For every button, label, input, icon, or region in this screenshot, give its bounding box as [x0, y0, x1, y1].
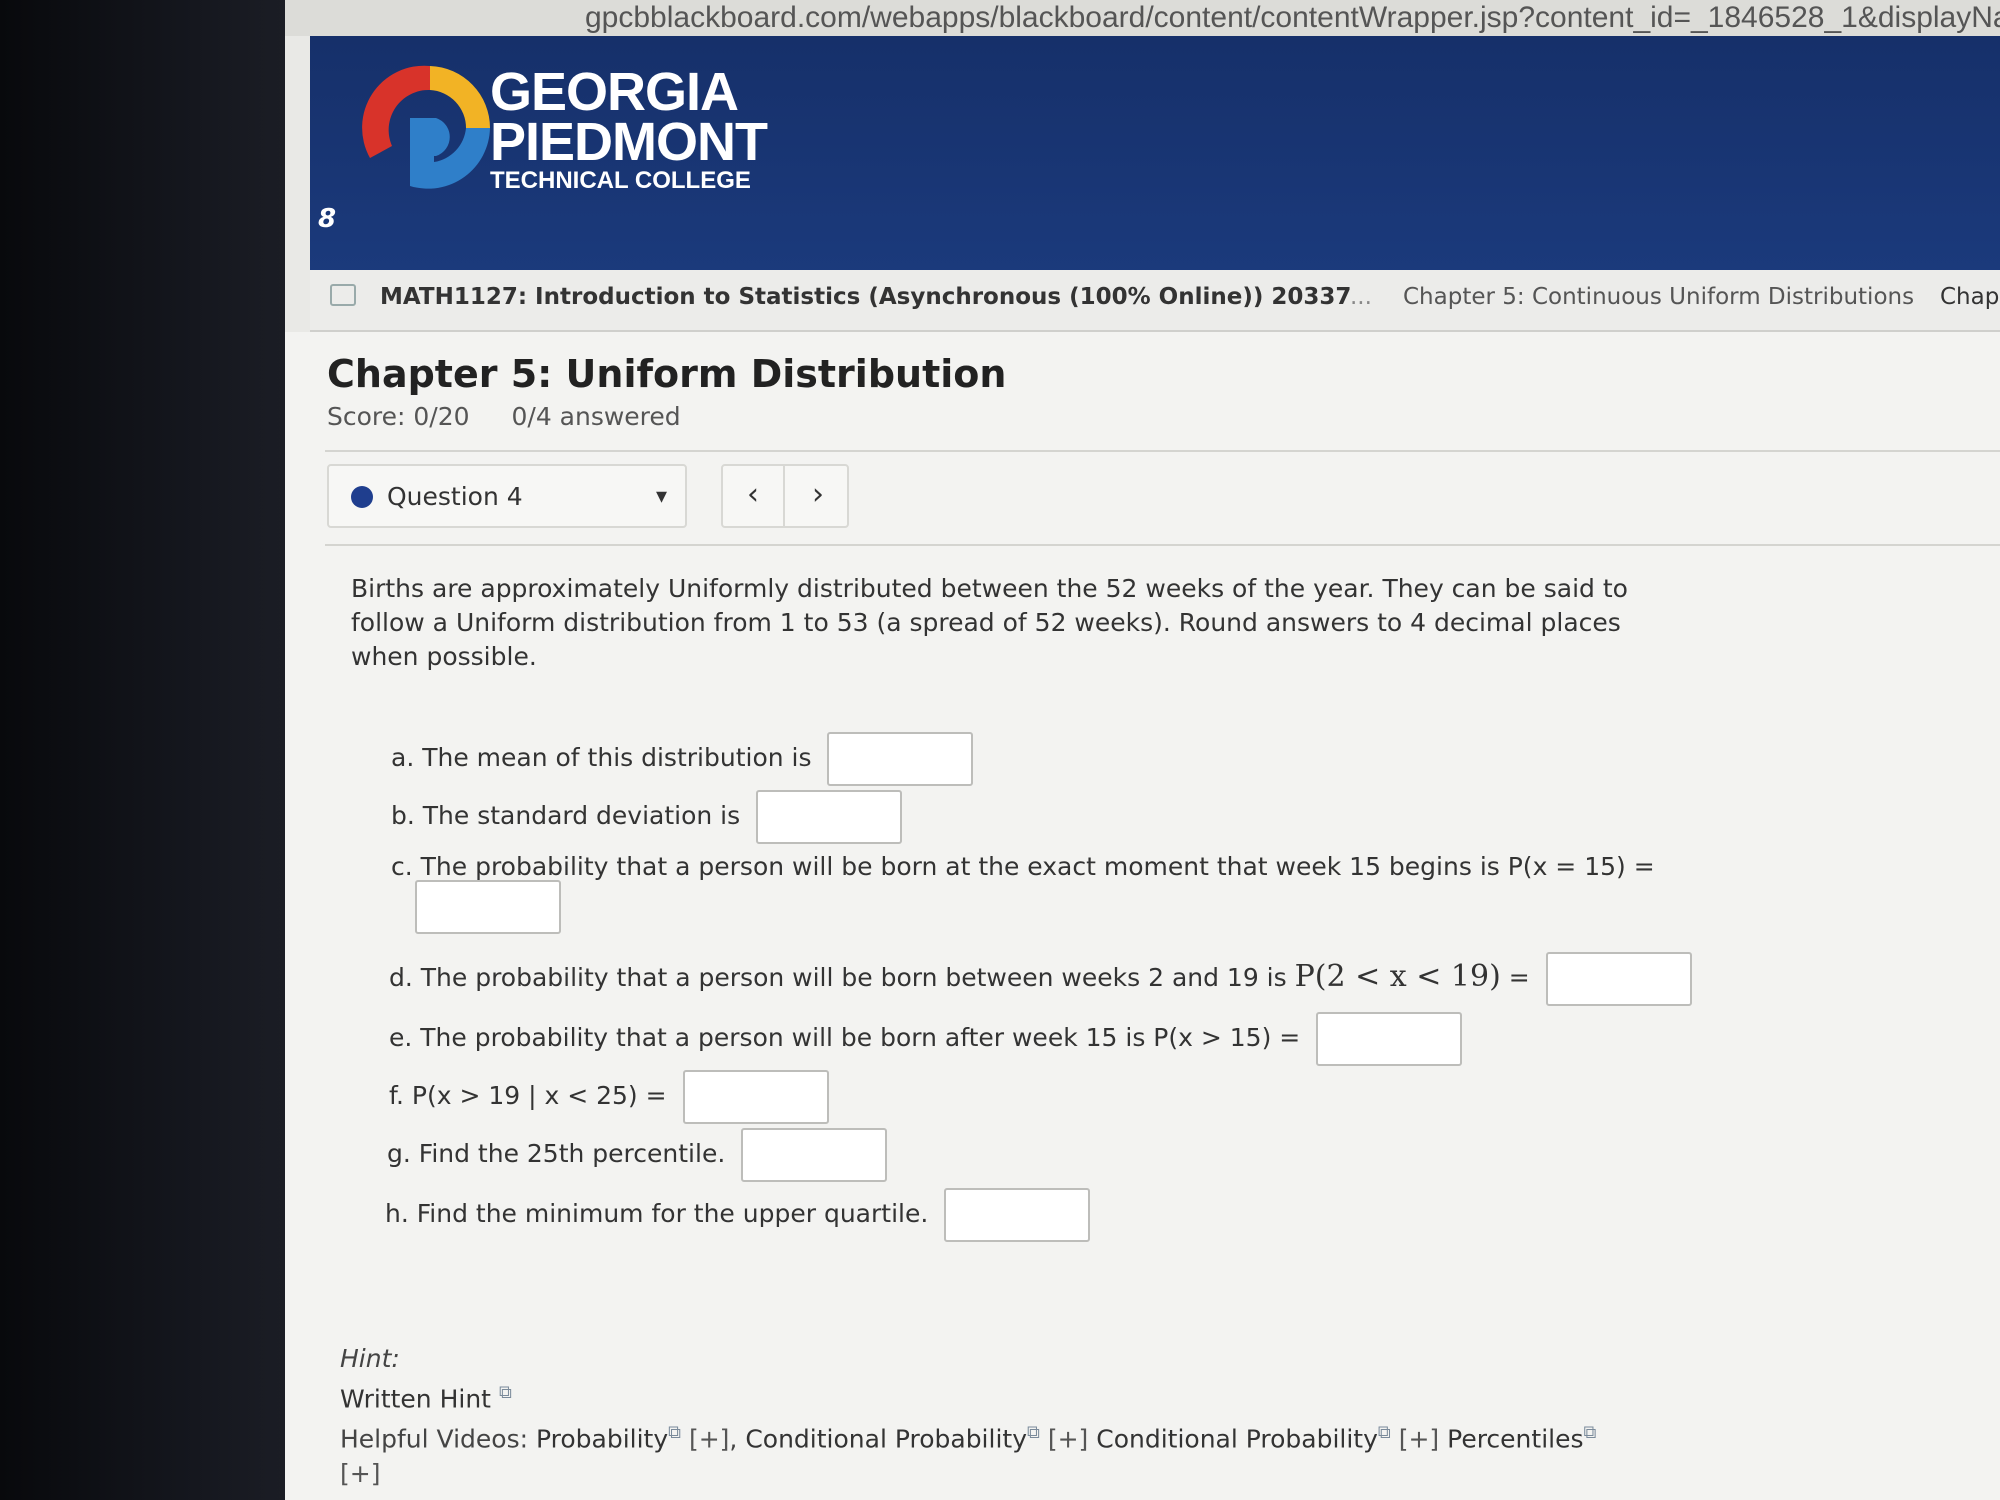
- logo-line-technical-college: TECHNICAL COLLEGE: [490, 167, 751, 194]
- divider: [325, 544, 2000, 546]
- breadcrumb: MATH1127: Introduction to Statistics (As…: [310, 270, 2000, 332]
- video-link-probability[interactable]: Probability: [536, 1425, 668, 1454]
- college-banner: GEORGIA PIEDMONT TECHNICAL COLLEGE 8: [310, 36, 2000, 276]
- part-d: d. The probability that a person will be…: [389, 952, 1692, 1006]
- video-link-conditional-probability-1[interactable]: Conditional Probability: [745, 1425, 1027, 1454]
- breadcrumb-current: Chapter: [1940, 284, 2000, 310]
- breadcrumb-course-link[interactable]: MATH1127: Introduction to Statistics (As…: [380, 284, 1351, 310]
- part-d-math: P(2 < x < 19): [1294, 959, 1501, 994]
- answer-input-f[interactable]: [682, 1070, 829, 1124]
- written-hint-row: Written Hint ⧉: [340, 1376, 1596, 1416]
- part-c-answer-row: [415, 880, 561, 934]
- part-d-equals: =: [1508, 963, 1530, 992]
- breadcrumb-ellipsis[interactable]: ...: [1350, 284, 1372, 310]
- part-c-label: c. The probability that a person will be…: [391, 852, 1655, 881]
- page-title: Chapter 5: Uniform Distribution: [327, 352, 1007, 396]
- answer-input-g[interactable]: [741, 1128, 888, 1182]
- menu-toggle-icon[interactable]: 8: [318, 204, 336, 234]
- written-hint-link[interactable]: Written Hint: [340, 1384, 491, 1413]
- expand-video-3-button[interactable]: [+]: [1399, 1425, 1439, 1454]
- expand-video-2-button[interactable]: [+]: [1048, 1425, 1088, 1454]
- part-h: h. Find the minimum for the upper quarti…: [385, 1188, 1091, 1242]
- part-g-label: g. Find the 25th percentile.: [387, 1139, 726, 1168]
- previous-question-button[interactable]: ‹: [723, 466, 785, 526]
- college-logo-icon: [362, 65, 490, 189]
- external-link-icon: ⧉: [668, 1422, 681, 1444]
- logo-line-georgia: GEORGIA: [490, 62, 739, 122]
- part-g: g. Find the 25th percentile.: [387, 1128, 888, 1182]
- monitor-bezel: [0, 0, 300, 1500]
- helpful-videos-row: Helpful Videos: Probability⧉ [+], Condit…: [340, 1416, 1596, 1456]
- external-link-icon: ⧉: [1583, 1422, 1597, 1444]
- video-link-percentiles[interactable]: Percentiles: [1447, 1425, 1583, 1454]
- answered-count: 0/4 answered: [511, 402, 681, 431]
- answer-input-h[interactable]: [944, 1188, 1091, 1242]
- next-question-button[interactable]: ›: [787, 466, 849, 526]
- helpful-videos-row-2: [+]: [340, 1457, 1596, 1491]
- separator-comma: ,: [729, 1424, 738, 1454]
- assignment-content: Chapter 5: Uniform Distribution Score: 0…: [285, 332, 2000, 1500]
- part-f: f. P(x > 19 | x < 25) =: [389, 1070, 829, 1124]
- hint-title: Hint:: [340, 1344, 400, 1373]
- external-link-icon: ⧉: [498, 1382, 512, 1403]
- answer-input-e[interactable]: [1316, 1012, 1463, 1066]
- part-a: a. The mean of this distribution is: [391, 732, 974, 786]
- part-e-label: e. The probability that a person will be…: [389, 1023, 1301, 1052]
- part-f-label: f. P(x > 19 | x < 25) =: [389, 1081, 667, 1110]
- answer-input-c[interactable]: [415, 880, 561, 934]
- caret-down-icon: ▾: [655, 484, 667, 509]
- part-d-label: d. The probability that a person will be…: [389, 963, 1287, 992]
- browser-screen: gpcbblackboard.com/webapps/blackboard/co…: [285, 0, 2000, 1500]
- expand-video-1-button[interactable]: [+]: [689, 1425, 729, 1454]
- question-status-dot: [351, 486, 373, 508]
- score-summary: Score: 0/20 0/4 answered: [327, 402, 715, 431]
- answer-input-b[interactable]: [756, 790, 903, 844]
- answer-input-d[interactable]: [1545, 952, 1692, 1006]
- part-a-label: a. The mean of this distribution is: [391, 743, 812, 772]
- college-name: GEORGIA PIEDMONT TECHNICAL COLLEGE: [490, 62, 768, 196]
- question-dropdown-label: Question 4: [387, 482, 523, 511]
- video-link-conditional-probability-2[interactable]: Conditional Probability: [1096, 1425, 1378, 1454]
- part-c: c. The probability that a person will be…: [391, 852, 1655, 881]
- part-h-label: h. Find the minimum for the upper quarti…: [385, 1199, 929, 1228]
- address-bar[interactable]: gpcbblackboard.com/webapps/blackboard/co…: [285, 0, 2000, 36]
- problem-statement: Births are approximately Uniformly distr…: [351, 574, 1628, 671]
- external-link-icon: ⧉: [1027, 1422, 1040, 1444]
- question-dropdown[interactable]: Question 4 ▾: [327, 464, 687, 528]
- part-e: e. The probability that a person will be…: [389, 1012, 1463, 1066]
- part-b: b. The standard deviation is: [391, 790, 903, 844]
- breadcrumb-chapter-link[interactable]: Chapter 5: Continuous Uniform Distributi…: [1403, 284, 1914, 310]
- external-link-icon: ⧉: [1377, 1422, 1391, 1444]
- answer-input-a[interactable]: [827, 732, 974, 786]
- score-text: Score: 0/20: [327, 402, 470, 431]
- expand-video-4-button[interactable]: [+]: [340, 1459, 380, 1488]
- question-pager: ‹ ›: [721, 464, 849, 528]
- logo-line-piedmont: PIEDMONT: [490, 112, 768, 172]
- helpful-videos-label: Helpful Videos:: [340, 1424, 529, 1454]
- hint-section: Hint: Written Hint ⧉ Helpful Videos: Pro…: [340, 1342, 1596, 1491]
- course-menu-icon[interactable]: [330, 284, 356, 306]
- part-b-label: b. The standard deviation is: [391, 801, 741, 830]
- divider: [325, 450, 2000, 452]
